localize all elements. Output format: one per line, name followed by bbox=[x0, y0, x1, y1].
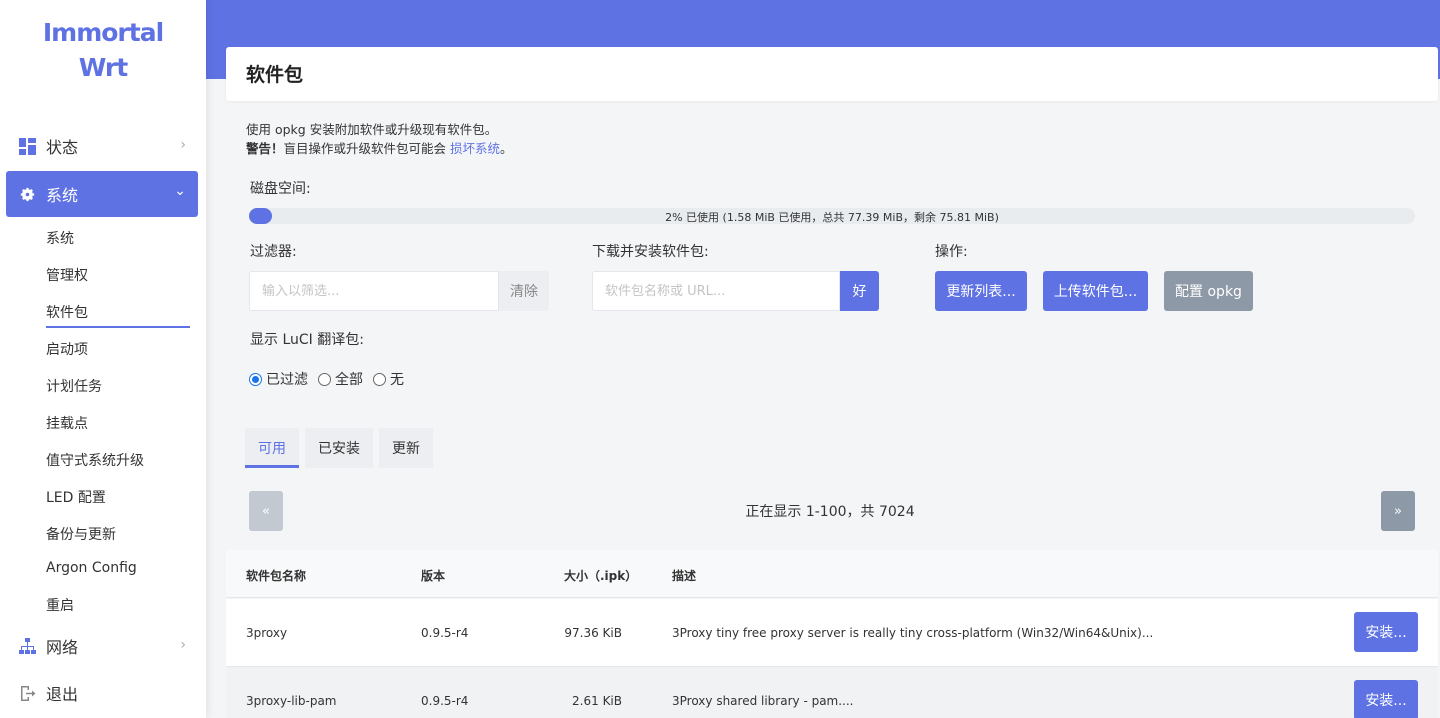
pager-status: 正在显示 1-100，共 7024 bbox=[745, 504, 915, 520]
package-description: 3Proxy tiny free proxy server is really … bbox=[672, 626, 1154, 640]
menu-status[interactable]: 状态 › bbox=[6, 123, 198, 169]
header-description: 描述 bbox=[672, 569, 697, 583]
upload-package-button[interactable]: 上传软件包... bbox=[1043, 271, 1148, 311]
radio-filtered-label: 已过滤 bbox=[266, 372, 308, 388]
disk-space-label: 磁盘空间: bbox=[250, 181, 311, 197]
gear-icon bbox=[18, 185, 36, 203]
menu-network-label: 网络 bbox=[46, 638, 79, 657]
radio-none[interactable] bbox=[373, 372, 386, 386]
table-header: 软件包名称 版本 大小（.ipk） 描述 bbox=[226, 550, 1438, 598]
logo-line1: Immortal bbox=[42, 18, 164, 47]
download-label: 下载并安装软件包: bbox=[592, 244, 709, 260]
sidebar-item-argon-config[interactable]: Argon Config bbox=[46, 560, 137, 576]
radio-all[interactable] bbox=[318, 372, 331, 386]
chevron-down-icon: ⌄ bbox=[174, 183, 186, 199]
logo: Immortal Wrt bbox=[0, 0, 206, 112]
package-version: 0.9.5-r4 bbox=[421, 626, 469, 640]
sidebar-item-led[interactable]: LED 配置 bbox=[46, 487, 106, 507]
sidebar-item-system[interactable]: 系统 bbox=[46, 228, 74, 248]
sidebar-item-attended-sysupgrade[interactable]: 值守式系统升级 bbox=[46, 450, 144, 470]
menu-logout[interactable]: 退出 bbox=[6, 670, 198, 716]
tab-updates[interactable]: 更新 bbox=[379, 428, 433, 468]
clear-button[interactable]: 清除 bbox=[499, 271, 549, 311]
sidebar-item-backup[interactable]: 备份与更新 bbox=[46, 524, 116, 544]
logo-line2: Wrt bbox=[78, 53, 128, 82]
package-size: 97.36 KiB bbox=[564, 626, 622, 640]
sidebar-item-mounts[interactable]: 挂载点 bbox=[46, 413, 88, 433]
sidebar-item-crontab[interactable]: 计划任务 bbox=[46, 376, 102, 396]
table-row: 3proxy-lib-pam 0.9.5-r4 2.61 KiB 3Proxy … bbox=[226, 667, 1438, 718]
table-row: 3proxy 0.9.5-r4 97.36 KiB 3Proxy tiny fr… bbox=[226, 599, 1438, 667]
sidebar-item-admin[interactable]: 管理权 bbox=[46, 265, 88, 285]
warning-label: 警告！ bbox=[246, 141, 284, 156]
menu-system[interactable]: 系统 ⌄ bbox=[6, 171, 198, 217]
warning-link[interactable]: 损坏系统 bbox=[450, 141, 500, 156]
ok-button[interactable]: 好 bbox=[840, 271, 879, 311]
filter-input[interactable] bbox=[249, 271, 499, 311]
filter-label: 过滤器: bbox=[250, 244, 297, 260]
sidebar-item-startup[interactable]: 启动项 bbox=[46, 339, 88, 359]
radio-filtered[interactable] bbox=[249, 372, 262, 386]
chevron-right-icon: › bbox=[180, 637, 186, 653]
network-icon bbox=[18, 637, 36, 655]
sidebar-item-software[interactable]: 软件包 bbox=[46, 302, 190, 328]
sidebar: Immortal Wrt 状态 › 系统 ⌄ 系统 管理权 软件包 启动项 计划… bbox=[0, 0, 206, 718]
package-size: 2.61 KiB bbox=[572, 694, 622, 708]
logout-icon bbox=[18, 684, 36, 702]
radio-none-label: 无 bbox=[390, 372, 404, 388]
next-page-button[interactable]: » bbox=[1381, 491, 1415, 531]
header-name: 软件包名称 bbox=[246, 569, 307, 583]
menu-system-label: 系统 bbox=[46, 186, 79, 205]
menu-network[interactable]: 网络 › bbox=[6, 623, 198, 669]
package-url-input[interactable] bbox=[592, 271, 840, 311]
package-version: 0.9.5-r4 bbox=[421, 694, 469, 708]
menu-status-label: 状态 bbox=[46, 138, 79, 157]
install-button[interactable]: 安装... bbox=[1354, 612, 1418, 652]
tab-installed[interactable]: 已安装 bbox=[305, 428, 373, 468]
page-description: 使用 opkg 安装附加软件或升级现有软件包。 bbox=[246, 122, 498, 137]
header-size: 大小（.ipk） bbox=[564, 569, 638, 583]
radio-all-label: 全部 bbox=[335, 372, 363, 388]
warning-line: 警告！盲目操作或升级软件包可能会 损坏系统。 bbox=[246, 138, 513, 157]
package-name: 3proxy-lib-pam bbox=[246, 694, 337, 708]
page-title: 软件包 bbox=[246, 64, 304, 86]
luci-translation-label: 显示 LuCI 翻译包: bbox=[250, 332, 364, 348]
disk-progress: 2% 已使用 (1.58 MiB 已使用，总共 77.39 MiB，剩余 75.… bbox=[249, 208, 1415, 224]
warning-end: 。 bbox=[500, 141, 513, 156]
package-name: 3proxy bbox=[246, 626, 288, 640]
title-card: 软件包 bbox=[226, 47, 1438, 101]
dashboard-icon bbox=[18, 137, 36, 155]
package-description: 3Proxy shared library - pam.... bbox=[672, 694, 854, 708]
header-version: 版本 bbox=[421, 569, 446, 583]
sidebar-item-reboot[interactable]: 重启 bbox=[46, 595, 74, 615]
actions-label: 操作: bbox=[935, 244, 968, 260]
luci-translation-options: 已过滤 全部 无 bbox=[249, 369, 414, 389]
install-button[interactable]: 安装... bbox=[1354, 680, 1418, 718]
configure-opkg-button[interactable]: 配置 opkg bbox=[1164, 271, 1253, 311]
disk-progress-text: 2% 已使用 (1.58 MiB 已使用，总共 77.39 MiB，剩余 75.… bbox=[665, 211, 999, 224]
update-lists-button[interactable]: 更新列表... bbox=[935, 271, 1027, 311]
warning-text: 盲目操作或升级软件包可能会 bbox=[283, 141, 450, 156]
chevron-right-icon: › bbox=[180, 137, 186, 153]
menu-logout-label: 退出 bbox=[46, 685, 79, 704]
tab-available[interactable]: 可用 bbox=[245, 428, 299, 468]
